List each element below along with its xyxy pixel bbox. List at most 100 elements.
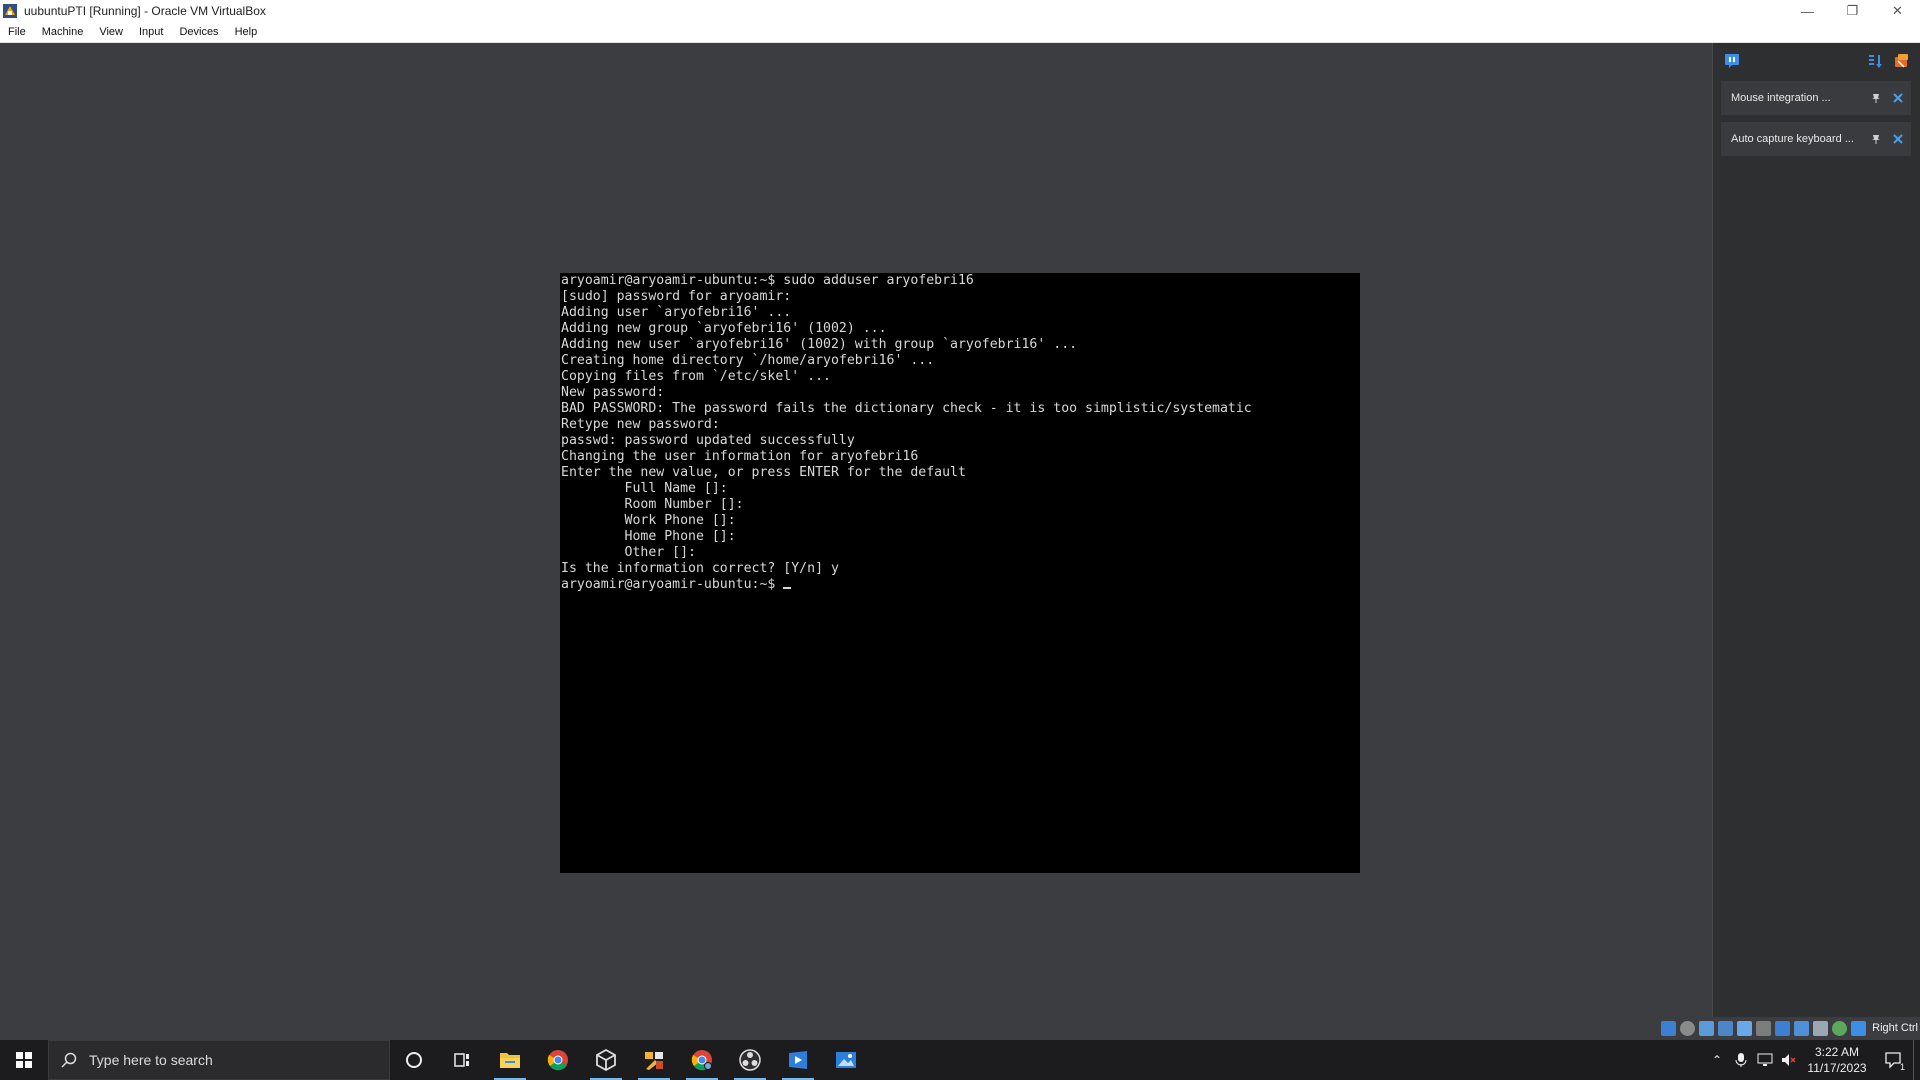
terminal-line: Changing the user information for aryofe… xyxy=(561,449,919,464)
terminal-line: Adding new group `aryofebri16' (1002) ..… xyxy=(561,321,887,336)
display-icon[interactable] xyxy=(1775,1020,1791,1036)
close-x-icon xyxy=(1893,93,1903,103)
close-button[interactable]: ✕ xyxy=(1875,0,1920,22)
taskbar-file-explorer[interactable] xyxy=(486,1040,534,1080)
windows-taskbar: Type here to search ⌃ 3:22 AM 11/17/2023… xyxy=(0,1040,1920,1080)
notification-bubble-icon xyxy=(1725,54,1739,68)
virtualbox-cube-icon xyxy=(596,1049,616,1071)
terminal-line: Adding user `aryofebri16' ... xyxy=(561,305,792,320)
menu-file[interactable]: File xyxy=(0,26,34,38)
cpu-icon[interactable] xyxy=(1813,1020,1829,1036)
folder-icon xyxy=(500,1053,520,1068)
usb-icon[interactable] xyxy=(1737,1020,1753,1036)
obs-icon xyxy=(739,1049,761,1071)
terminal-line: [sudo] password for aryoamir: xyxy=(561,289,792,304)
taskbar-search-box[interactable]: Type here to search xyxy=(48,1040,390,1080)
network-monitor-icon xyxy=(1757,1053,1773,1066)
terminal-line: Other []: xyxy=(561,545,696,560)
audio-icon[interactable] xyxy=(1699,1020,1715,1036)
clock-time: 3:22 AM xyxy=(1814,1045,1860,1059)
taskbar-media-player[interactable] xyxy=(774,1040,822,1080)
pin-icon xyxy=(1872,94,1880,103)
menu-input[interactable]: Input xyxy=(131,26,171,38)
taskbar-clock[interactable]: 3:22 AM 11/17/2023 xyxy=(1801,1044,1873,1076)
recording-icon[interactable] xyxy=(1794,1020,1810,1036)
terminal-line: Copying files from `/etc/skel' ... xyxy=(561,369,831,384)
network-tray-button[interactable] xyxy=(1753,1040,1777,1080)
terminal-line: Adding new user `aryofebri16' (1002) wit… xyxy=(561,337,1078,352)
notification-pin-button[interactable] xyxy=(1867,134,1885,144)
task-view-button[interactable] xyxy=(438,1040,486,1080)
menu-machine[interactable]: Machine xyxy=(34,26,92,38)
task-view-icon xyxy=(454,1053,469,1067)
menu-bar: File Machine View Input Devices Help xyxy=(0,22,1920,43)
menu-view[interactable]: View xyxy=(91,26,131,38)
taskbar-virtualbox[interactable] xyxy=(582,1040,630,1080)
notification-pin-button[interactable] xyxy=(1867,93,1885,103)
notification-close-button[interactable] xyxy=(1889,93,1907,103)
dismiss-all-notifications-button[interactable] xyxy=(1893,52,1911,70)
terminal-prompt: aryoamir@aryoamir-ubuntu:~$ xyxy=(561,577,784,592)
speaker-muted-icon xyxy=(1782,1054,1796,1066)
cortana-button[interactable] xyxy=(390,1040,438,1080)
microphone-icon xyxy=(1735,1053,1747,1067)
vm-terminal-screen[interactable]: aryoamir@aryoamir-ubuntu:~$ sudo adduser… xyxy=(560,273,1360,873)
network-icon[interactable] xyxy=(1718,1020,1734,1036)
notification-mouse-integration[interactable]: Mouse integration ... xyxy=(1721,81,1911,115)
taskbar-obs[interactable] xyxy=(726,1040,774,1080)
start-button[interactable] xyxy=(0,1040,48,1080)
minimize-button[interactable]: — xyxy=(1785,0,1830,22)
restore-icon: ❐ xyxy=(1846,3,1859,18)
notification-toolbar xyxy=(1713,43,1920,79)
host-key-label: Right Ctrl xyxy=(1872,1022,1918,1034)
notification-close-button[interactable] xyxy=(1889,134,1907,144)
restore-button[interactable]: ❐ xyxy=(1830,0,1875,22)
terminal-line: Home Phone []: xyxy=(561,529,736,544)
terminal-line: Room Number []: xyxy=(561,497,744,512)
taskbar-photos[interactable] xyxy=(822,1040,870,1080)
window-titlebar[interactable]: uubuntuPTI [Running] - Oracle VM Virtual… xyxy=(0,0,1920,22)
volume-tray-button[interactable] xyxy=(1777,1040,1801,1080)
menu-devices[interactable]: Devices xyxy=(171,26,226,38)
window-title: uubuntuPTI [Running] - Oracle VM Virtual… xyxy=(24,4,266,18)
editor-tools-icon xyxy=(645,1052,663,1070)
terminal-line: Full Name []: xyxy=(561,481,728,496)
search-placeholder: Type here to search xyxy=(89,1052,213,1068)
chrome-icon xyxy=(547,1050,568,1071)
minimize-icon: — xyxy=(1801,3,1814,19)
action-center-button[interactable]: 1 xyxy=(1873,1040,1913,1080)
notification-center-toggle-button[interactable] xyxy=(1723,52,1741,70)
chrome-profile-icon xyxy=(691,1050,712,1071)
vm-display-area[interactable]: aryoamir@aryoamir-ubuntu:~$ sudo adduser… xyxy=(0,43,1712,1039)
hard-disk-icon[interactable] xyxy=(1661,1020,1677,1036)
pin-icon xyxy=(1872,135,1880,144)
sort-notifications-button[interactable] xyxy=(1866,52,1884,70)
terminal-line: Work Phone []: xyxy=(561,513,736,528)
show-hidden-icons-button[interactable]: ⌃ xyxy=(1705,1040,1729,1080)
shared-folders-icon[interactable] xyxy=(1756,1020,1772,1036)
taskbar-code-editor[interactable] xyxy=(630,1040,678,1080)
clock-date: 11/17/2023 xyxy=(1807,1061,1867,1075)
terminal-line: Enter the new value, or press ENTER for … xyxy=(561,465,966,480)
photos-icon xyxy=(836,1052,856,1068)
system-tray: ⌃ 3:22 AM 11/17/2023 1 xyxy=(1705,1040,1920,1080)
mouse-integration-icon[interactable] xyxy=(1832,1020,1848,1036)
keyboard-capture-icon[interactable] xyxy=(1851,1020,1867,1036)
close-icon: ✕ xyxy=(1892,3,1903,18)
notification-count-badge: 1 xyxy=(1899,1062,1905,1072)
search-icon xyxy=(49,1052,89,1068)
microphone-tray-button[interactable] xyxy=(1729,1040,1753,1080)
eraser-icon xyxy=(1895,54,1908,68)
taskbar-chrome-profile[interactable] xyxy=(678,1040,726,1080)
notification-label: Mouse integration ... xyxy=(1731,92,1831,104)
sort-down-icon xyxy=(1869,55,1882,68)
notification-auto-capture-keyboard[interactable]: Auto capture keyboard ... xyxy=(1721,122,1911,156)
menu-help[interactable]: Help xyxy=(227,26,266,38)
vm-status-bar: Right Ctrl xyxy=(1660,1017,1920,1039)
terminal-prompt-line[interactable]: aryoamir@aryoamir-ubuntu:~$ xyxy=(560,577,1360,593)
taskbar-chrome[interactable] xyxy=(534,1040,582,1080)
notification-center-panel: Mouse integration ... Auto capture keybo… xyxy=(1712,43,1920,1017)
show-desktop-button[interactable] xyxy=(1913,1040,1920,1080)
optical-drive-icon[interactable] xyxy=(1680,1020,1696,1036)
terminal-line: Retype new password: xyxy=(561,417,720,432)
